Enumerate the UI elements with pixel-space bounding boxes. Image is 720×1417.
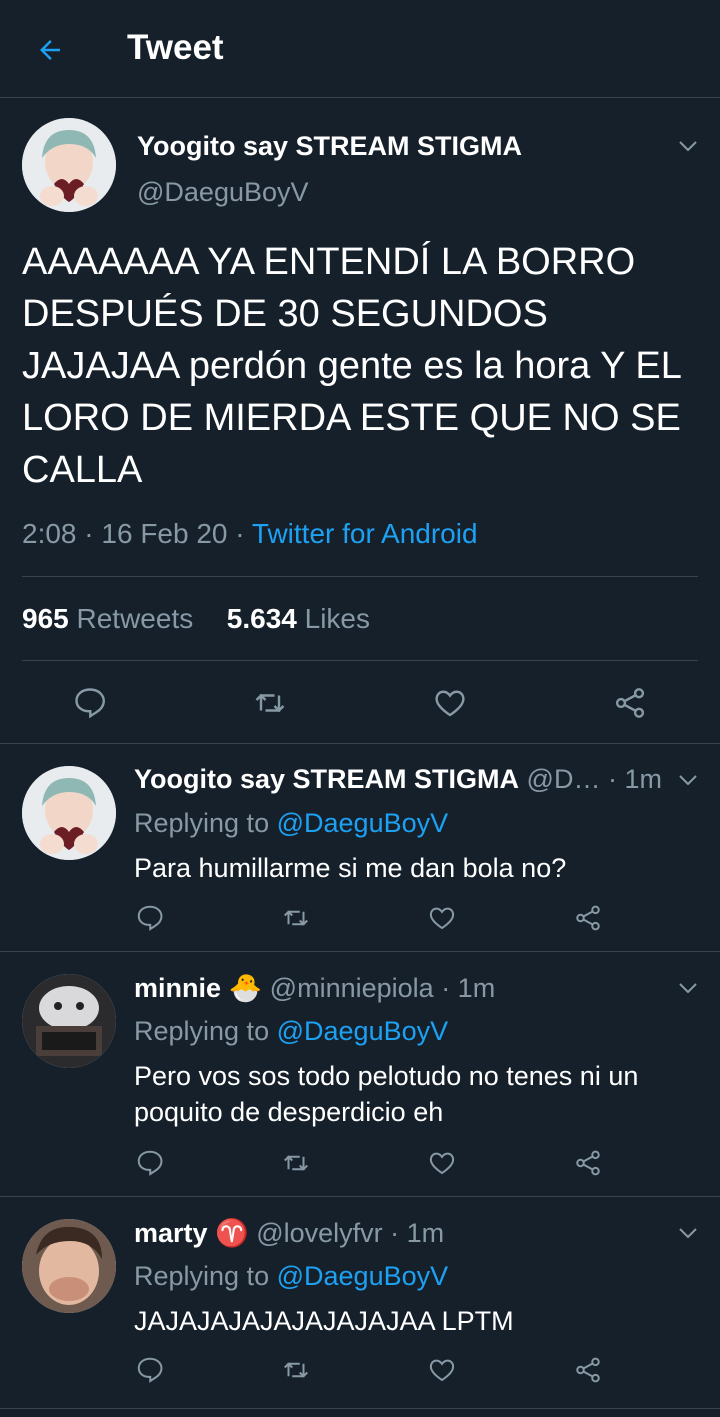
like-icon — [435, 690, 465, 717]
retweet-icon — [255, 693, 285, 713]
mention-link[interactable]: @DaeguBoyV — [277, 1016, 449, 1046]
tweet-time: · 1m — [441, 973, 496, 1003]
reply-actions — [0, 1350, 720, 1390]
tweet-date: 16 Feb 20 — [101, 518, 228, 549]
replying-to: Replying to @DaeguBoyV — [134, 1016, 449, 1046]
avatar[interactable] — [22, 766, 116, 860]
reply-header: minnie 🐣 @minniepiola · 1m — [134, 972, 495, 1004]
share-icon — [576, 1150, 600, 1176]
chevron-down-icon — [679, 775, 697, 786]
reply-button[interactable] — [130, 1143, 170, 1183]
mention-link[interactable]: @DaeguBoyV — [277, 1261, 449, 1291]
divider — [22, 576, 698, 577]
tweet-text: AAAAAAA YA ENTENDÍ LA BORRO DESPUÉS DE 3… — [22, 241, 681, 491]
tweet-actions — [0, 683, 720, 723]
reply-icon — [137, 905, 163, 931]
author-name[interactable]: Yoogito say STREAM STIGMA — [134, 764, 519, 794]
reply-header: marty ♈ @lovelyfvr · 1m — [134, 1217, 444, 1249]
page-title: Tweet — [127, 28, 224, 67]
main-tweet: Yoogito say STREAM STIGMA @DaeguBoyV AAA… — [0, 98, 720, 744]
reply-icon — [137, 1357, 163, 1383]
chevron-down-icon — [679, 141, 697, 152]
reply-header: Yoogito say STREAM STIGMA @D… · 1m — [134, 764, 662, 795]
reply-text: Para humillarme si me dan bola no? — [134, 853, 567, 883]
author-name[interactable]: Yoogito say STREAM STIGMA — [137, 131, 522, 162]
reply-tweet[interactable]: Yoogito say STREAM STIGMA @D… · 1m Reply… — [0, 744, 720, 952]
name-emoji: ♈ — [215, 1218, 249, 1248]
reply-button[interactable] — [130, 898, 170, 938]
reply-icon — [137, 1150, 163, 1176]
retweet-icon — [284, 910, 308, 926]
tweet-options-button[interactable] — [676, 134, 700, 158]
tweet-options-button[interactable] — [676, 1221, 700, 1245]
author-handle[interactable]: @D… — [527, 764, 601, 794]
like-button[interactable] — [430, 683, 470, 723]
share-button[interactable] — [568, 1350, 608, 1390]
like-icon — [429, 907, 455, 930]
name-emoji: 🐣 — [228, 973, 263, 1003]
share-button[interactable] — [568, 898, 608, 938]
share-icon — [576, 1357, 600, 1383]
share-icon — [615, 688, 645, 718]
avatar[interactable] — [22, 974, 116, 1068]
back-button[interactable] — [30, 30, 70, 70]
replying-to: Replying to @DaeguBoyV — [134, 1261, 449, 1291]
retweets-stat[interactable]: 965 Retweets — [22, 603, 193, 634]
reply-actions — [0, 1143, 720, 1183]
reply-text: JAJAJAJAJAJAJAJAJAA LPTM — [134, 1306, 514, 1336]
reply-icon — [75, 688, 106, 719]
chevron-down-icon — [679, 983, 697, 994]
share-icon — [576, 905, 600, 931]
back-arrow-icon — [40, 40, 60, 60]
like-icon — [429, 1359, 455, 1382]
reply-tweet[interactable]: minnie 🐣 @minniepiola · 1m Replying to @… — [0, 952, 720, 1197]
tweet-options-button[interactable] — [676, 976, 700, 1000]
reply-button[interactable] — [70, 683, 110, 723]
retweet-button[interactable] — [276, 898, 316, 938]
author-name[interactable]: minnie — [134, 973, 221, 1003]
like-button[interactable] — [422, 898, 462, 938]
retweet-button[interactable] — [276, 1350, 316, 1390]
tweet-meta: 2:08 · 16 Feb 20 · Twitter for Android — [22, 518, 478, 549]
author-handle[interactable]: @lovelyfvr — [256, 1218, 382, 1248]
reply-button[interactable] — [130, 1350, 170, 1390]
reply-tweet[interactable]: marty ♈ @lovelyfvr · 1m Replying to @Dae… — [0, 1197, 720, 1409]
retweet-button[interactable] — [276, 1143, 316, 1183]
tweet-time: 2:08 — [22, 518, 77, 549]
like-button[interactable] — [422, 1143, 462, 1183]
avatar[interactable] — [22, 1219, 116, 1313]
share-button[interactable] — [568, 1143, 608, 1183]
like-icon — [429, 1152, 455, 1175]
author-handle[interactable]: @DaeguBoyV — [137, 177, 309, 208]
tweet-time: · 1m — [390, 1218, 445, 1248]
reply-actions — [0, 898, 720, 938]
tweet-options-button[interactable] — [676, 768, 700, 792]
top-bar: Tweet — [0, 0, 720, 98]
share-button[interactable] — [610, 683, 650, 723]
mention-link[interactable]: @DaeguBoyV — [277, 808, 449, 838]
retweet-icon — [284, 1362, 308, 1378]
chevron-down-icon — [679, 1228, 697, 1239]
retweet-button[interactable] — [250, 683, 290, 723]
like-button[interactable] — [422, 1350, 462, 1390]
divider — [22, 660, 698, 661]
avatar[interactable] — [22, 118, 116, 212]
likes-stat[interactable]: 5.634 Likes — [227, 603, 370, 634]
tweet-source[interactable]: Twitter for Android — [252, 518, 478, 549]
replying-to: Replying to @DaeguBoyV — [134, 808, 449, 838]
author-name[interactable]: marty — [134, 1218, 208, 1248]
author-handle[interactable]: @minniepiola — [270, 973, 434, 1003]
retweet-icon — [284, 1155, 308, 1171]
tweet-stats: 965 Retweets 5.634 Likes — [22, 603, 370, 635]
reply-text: Pero vos sos todo pelotudo no tenes ni u… — [134, 1061, 639, 1127]
tweet-time: · 1m — [607, 764, 662, 794]
